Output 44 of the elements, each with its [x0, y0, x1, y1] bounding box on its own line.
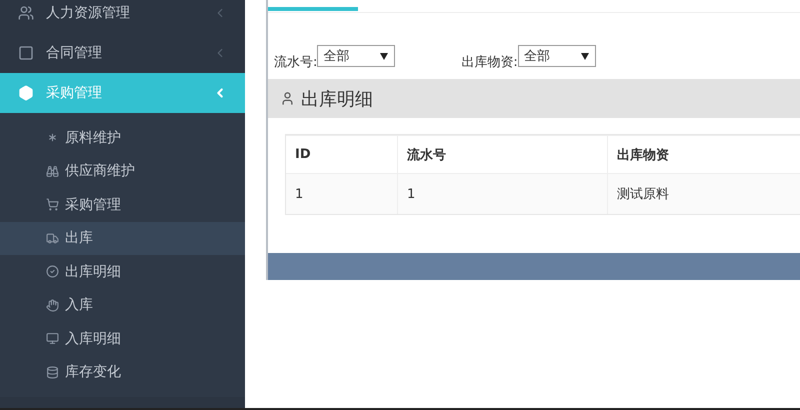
caret-icon [380, 52, 388, 60]
submenu-item[interactable]: 库存变化 [0, 356, 245, 389]
user-icon [280, 91, 295, 106]
box-icon [18, 85, 34, 101]
submenu-item[interactable]: 采购管理 [0, 188, 245, 222]
binoculars-icon [46, 164, 59, 178]
submenu-item-label: 供应商维护 [65, 162, 135, 180]
submenu-item-label: 库存变化 [65, 363, 121, 382]
filter-label: 出库物资: [461, 54, 518, 71]
filter-label: 流水号: [274, 54, 318, 71]
submenu-item-label: 入库 [65, 296, 93, 314]
section-title: 出库明细 [301, 88, 373, 110]
square-icon [18, 45, 34, 61]
submenu-item-label: 出库明细 [65, 262, 121, 281]
table-cell: 1 [397, 173, 607, 214]
submenu-item-label: 原料维护 [65, 128, 121, 147]
filter-select[interactable]: 全部 [518, 45, 596, 67]
submenu-item[interactable]: 入库 [0, 288, 245, 322]
submenu-item-label: 入库明细 [65, 330, 121, 348]
sidebar-item[interactable]: 人力资源管理 [0, 0, 245, 33]
caret-icon [580, 52, 589, 60]
sidebar-item[interactable]: 合同管理 [0, 33, 245, 73]
submenu-item[interactable]: 出库明细 [0, 255, 245, 288]
hand-icon [46, 298, 59, 312]
submenu-item[interactable]: 入库明细 [0, 322, 245, 356]
table-cell: 1 [286, 173, 397, 214]
truck-icon [46, 232, 59, 245]
submenu-item-label: 采购管理 [65, 196, 121, 214]
column-header: 出库物资 [607, 135, 800, 173]
submenu-item-label: 出库 [65, 229, 93, 248]
submenu-item[interactable]: 出库 [0, 222, 245, 255]
cart-icon [46, 198, 59, 212]
monitor-icon [46, 332, 59, 346]
column-header: 流水号 [397, 135, 607, 173]
check-icon [46, 265, 59, 278]
submenu-item[interactable]: 原料维护 [0, 121, 245, 154]
sidebar-item-label: 人力资源管理 [46, 4, 131, 22]
users-icon [18, 5, 34, 21]
sidebar-item-label: 采购管理 [46, 84, 103, 102]
sidebar-item-label: 合同管理 [46, 44, 103, 62]
submenu-item[interactable]: 供应商维护 [0, 154, 245, 188]
table-cell: 测试原料 [607, 173, 800, 214]
database-icon [46, 366, 59, 379]
filter-select[interactable]: 全部 [317, 45, 396, 67]
